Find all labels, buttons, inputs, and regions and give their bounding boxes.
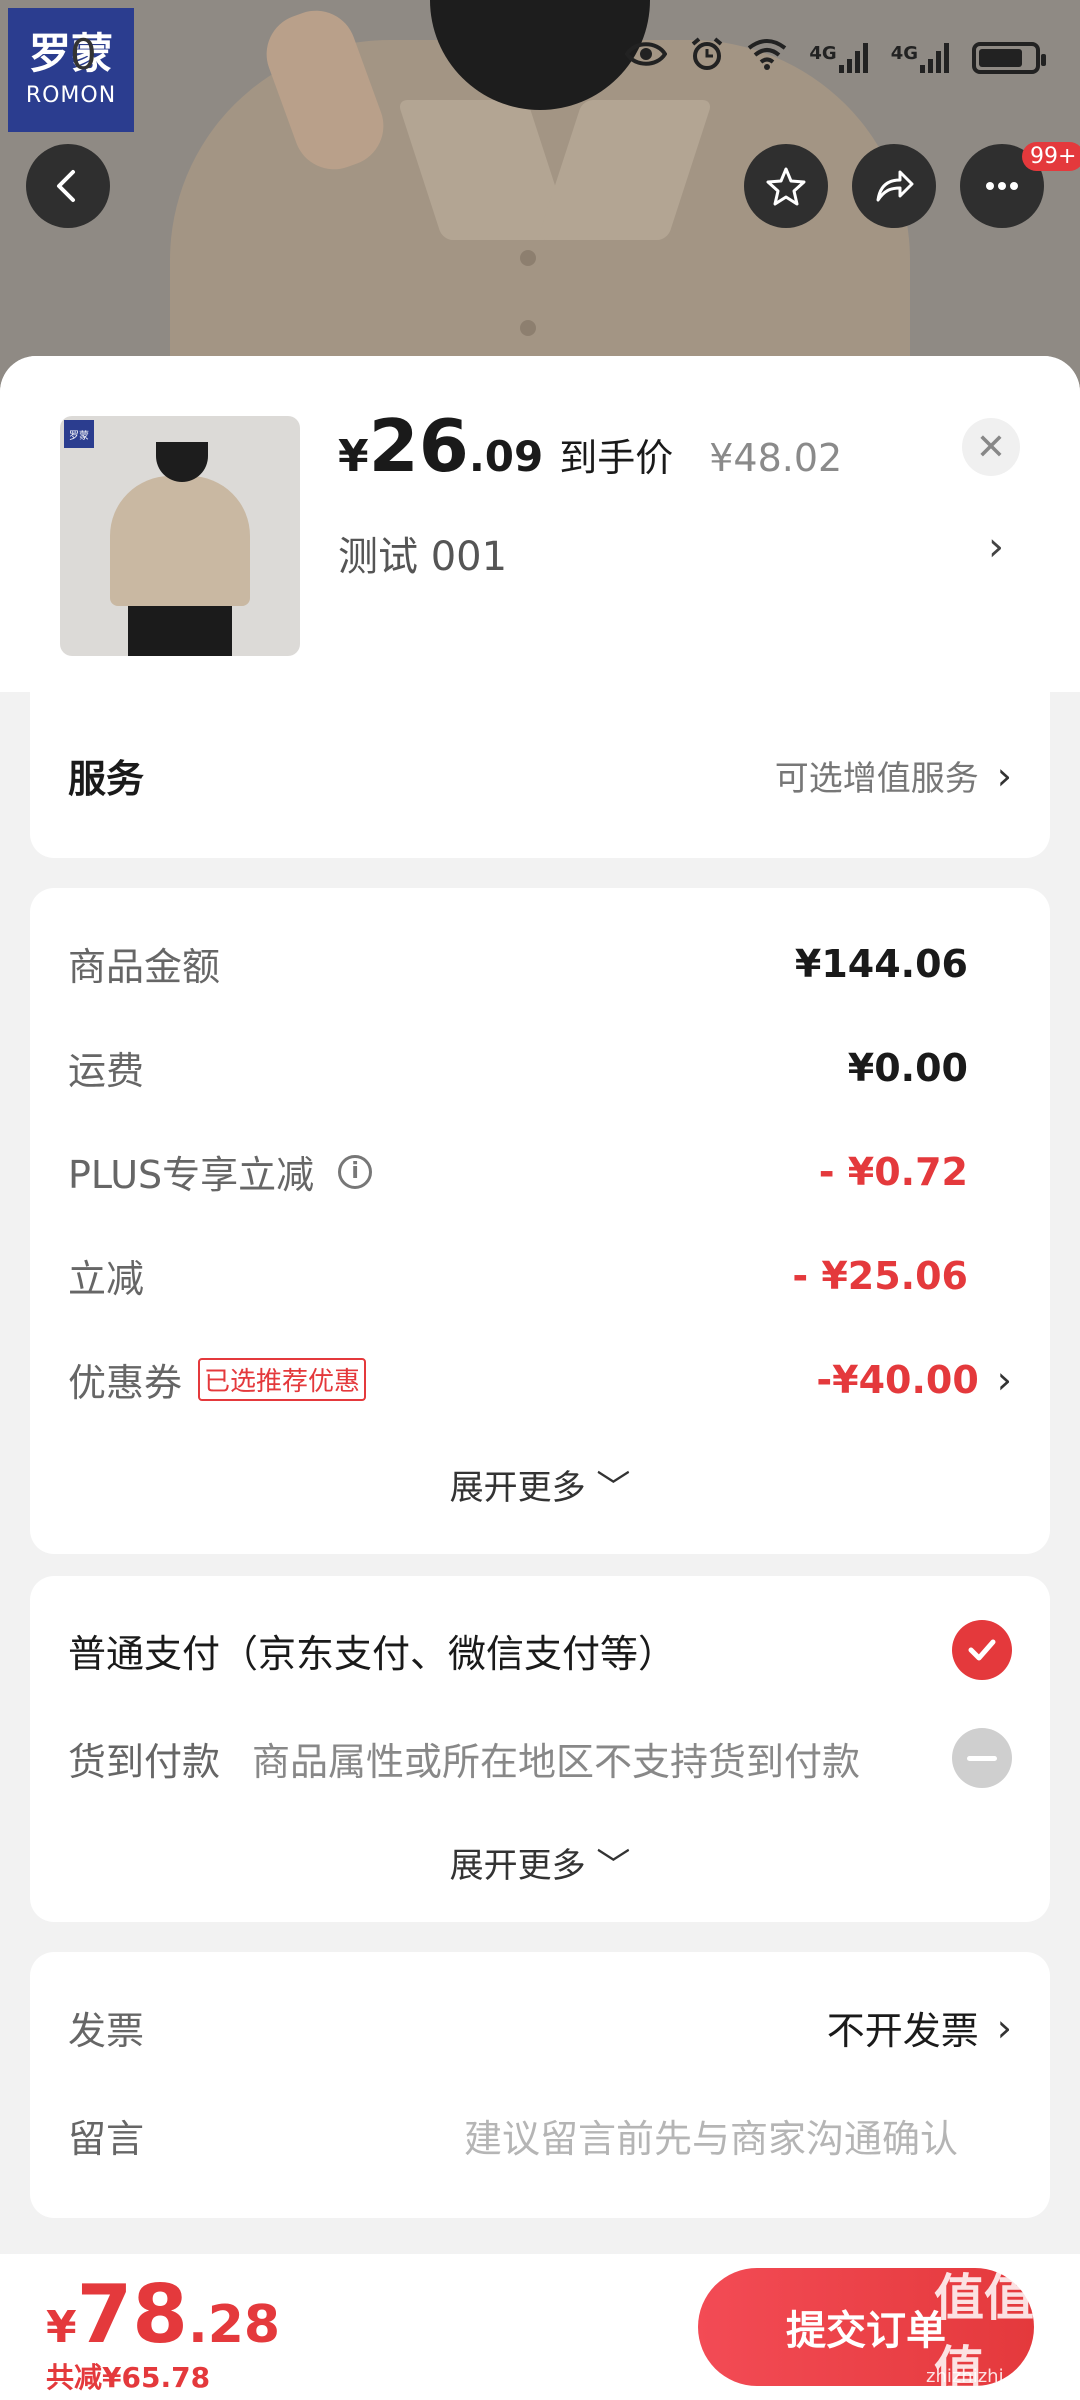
status-time: 0 [70,30,97,79]
service-card[interactable]: 服务 可选增值服务 › [30,692,1050,858]
invoice-value: 不开发票 [826,2009,979,2053]
total-saved: 共减¥65.78 [46,2361,211,2394]
notification-badge: 99+ [1022,142,1080,171]
recommended-tag: 已选推荐优惠 [198,1358,367,1401]
share-button[interactable] [852,144,936,228]
order-sheet: 罗蒙 ¥ 26 .09 到手价 ¥48.02 测试 001 › ✕ 服务 可选增… [0,356,1080,2400]
alarm-icon [689,36,725,80]
original-price: ¥48.02 [709,436,843,480]
star-icon [766,167,806,206]
shipping-fee: ¥0.00 [847,1045,968,1090]
payment-option-cod: 货到付款 商品属性或所在地区不支持货到付款 [68,1728,1012,1788]
wifi-icon [747,38,787,78]
signal-icon: 4G [809,43,868,73]
share-icon [876,170,914,202]
invoice-row[interactable]: 发票 不开发票 › [68,2000,1012,2055]
disabled-icon [952,1728,1012,1788]
cost-card: 商品金额 ¥144.06 运费 ¥0.00 PLUS专享立减 i - ¥0.72… [30,888,1050,1554]
close-button[interactable]: ✕ [962,418,1020,476]
plus-discount: - ¥0.72 [818,1149,968,1194]
back-button[interactable] [26,144,110,228]
product-header: 罗蒙 ¥ 26 .09 到手价 ¥48.02 测试 001 › ✕ [0,356,1080,692]
thumb-logo: 罗蒙 [64,420,94,448]
chevron-right-icon: › [996,1357,1012,1402]
chevron-right-icon[interactable]: › [988,524,1004,570]
message-input[interactable]: 建议留言前先与商家沟通确认 [464,2108,958,2163]
goods-amount: ¥144.06 [794,941,968,986]
total-price: ¥ 78 .28 [46,2268,281,2361]
invoice-card: 发票 不开发票 › 留言 建议留言前先与商家沟通确认 [30,1952,1050,2218]
info-icon[interactable]: i [338,1154,373,1189]
watermark-url: zhizhizhi.com [926,2366,1048,2387]
product-price: ¥ 26 .09 到手价 ¥48.02 [338,404,843,488]
service-title: 服务 [68,757,145,801]
more-dots-icon [986,182,1018,190]
chevron-right-icon: › [996,2005,1012,2050]
shirt-button [520,320,536,336]
favorite-button[interactable] [744,144,828,228]
service-hint: 可选增值服务 [774,759,979,799]
expand-more-link[interactable]: 展开更多 ﹀ [30,1838,1050,1887]
chevron-right-icon: › [996,753,1012,798]
price-tag-label: 到手价 [559,436,674,480]
message-row[interactable]: 留言 建议留言前先与商家沟通确认 [68,2108,1012,2163]
payment-option-normal[interactable]: 普通支付（京东支付、微信支付等） [68,1620,1012,1680]
battery-icon [972,42,1046,74]
shirt-button [520,250,536,266]
payment-card: 普通支付（京东支付、微信支付等） 货到付款 商品属性或所在地区不支持货到付款 展… [30,1576,1050,1922]
product-spec[interactable]: 测试 001 [338,524,507,582]
status-icons: 4G 4G [625,36,1046,80]
instant-discount: - ¥25.06 [792,1253,968,1298]
coupon-discount: -¥40.00 [816,1357,979,1402]
expand-more-link[interactable]: 展开更多 ﹀ [30,1460,1050,1509]
checkmark-icon[interactable] [952,1620,1012,1680]
checkout-bar: ¥ 78 .28 共减¥65.78 提交订单 [0,2254,1080,2400]
coupon-row[interactable]: 优惠券 已选推荐优惠 -¥40.00 › [68,1352,1012,1407]
eye-icon [625,39,668,77]
product-thumbnail[interactable]: 罗蒙 [60,416,300,656]
chevron-left-icon [57,170,75,202]
signal-icon: 4G [891,43,950,73]
close-icon: ✕ [975,426,1007,468]
